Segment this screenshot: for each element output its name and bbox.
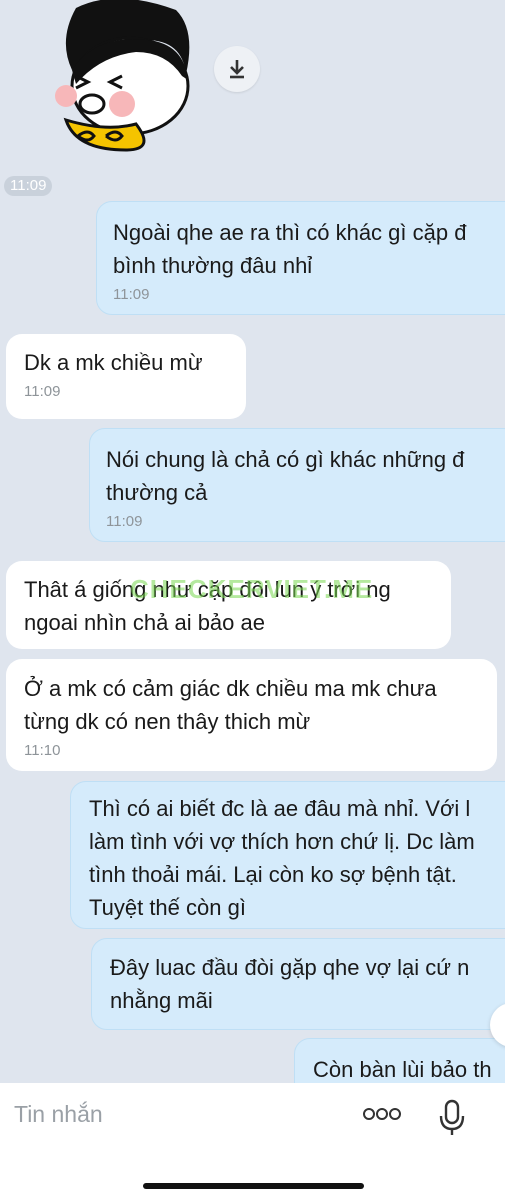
message-text: Nói chung là chả có gì khác những đ [106, 447, 465, 472]
message-text: Còn bàn lùi bảo th [313, 1057, 492, 1082]
message-time: 11:09 [24, 383, 61, 400]
message-text: tình thoải mái. Lại còn ko sợ bệnh tật. [89, 862, 457, 887]
message-text: Dk a mk chiều mừ [24, 350, 203, 375]
time-pill: 11:09 [4, 176, 53, 196]
message-time: 11:09 [106, 513, 143, 530]
message-text: từng dk có nen thây thich mừ [24, 709, 311, 734]
chat-area[interactable]: 11:09 Ngoài qhe ae ra thì có khác gì cặp… [0, 0, 505, 1083]
microphone-icon[interactable] [438, 1099, 466, 1137]
message-text: Thì có ai biết đc là ae đâu mà nhỉ. Với … [89, 796, 471, 821]
message-text: nhằng mãi [110, 988, 213, 1013]
message-bubble-outgoing[interactable]: Nói chung là chả có gì khác những đ thườ… [89, 428, 505, 542]
message-bubble-incoming[interactable]: Dk a mk chiều mừ 11:09 [6, 334, 246, 419]
girl-sticker[interactable] [36, 0, 196, 160]
message-text: Ngoài qhe ae ra thì có khác gì cặp đ [113, 220, 467, 245]
download-icon [230, 60, 244, 79]
message-text: Tuyệt thế còn gì [89, 895, 246, 920]
message-text: Thât á giống như cặp đôi lun ý trời ng [24, 577, 391, 602]
message-bubble-outgoing[interactable]: Ngoài qhe ae ra thì có khác gì cặp đ bìn… [96, 201, 505, 315]
message-bubble-incoming[interactable]: Ở a mk có cảm giác dk chiều ma mk chưa t… [6, 659, 497, 771]
message-text: ngoai nhìn chả ai bảo ae [24, 610, 265, 635]
message-text: bình thường đâu nhỉ [113, 253, 313, 278]
message-bubble-outgoing[interactable]: Đây luac đầu đòi gặp qhe vợ lại cứ n nhằ… [91, 938, 505, 1030]
download-button[interactable] [214, 46, 260, 92]
message-time: 11:10 [24, 742, 61, 759]
message-bubble-outgoing[interactable]: Còn bàn lùi bảo th [294, 1038, 505, 1083]
message-text: Ở a mk có cảm giác dk chiều ma mk chưa [24, 676, 437, 701]
more-dots-icon[interactable] [362, 1107, 402, 1121]
message-text: làm tình với vợ thích hơn chứ lị. Dc làm [89, 829, 475, 854]
message-time: 11:09 [113, 286, 150, 303]
message-text: Đây luac đầu đòi gặp qhe vợ lại cứ n [110, 955, 470, 980]
message-text: thường cả [106, 480, 208, 505]
message-bubble-outgoing[interactable]: Thì có ai biết đc là ae đâu mà nhỉ. Với … [70, 781, 505, 929]
home-indicator [143, 1183, 364, 1189]
message-bubble-incoming[interactable]: Thât á giống như cặp đôi lun ý trời ng n… [6, 561, 451, 649]
message-input[interactable]: Tin nhắn [14, 1101, 103, 1128]
